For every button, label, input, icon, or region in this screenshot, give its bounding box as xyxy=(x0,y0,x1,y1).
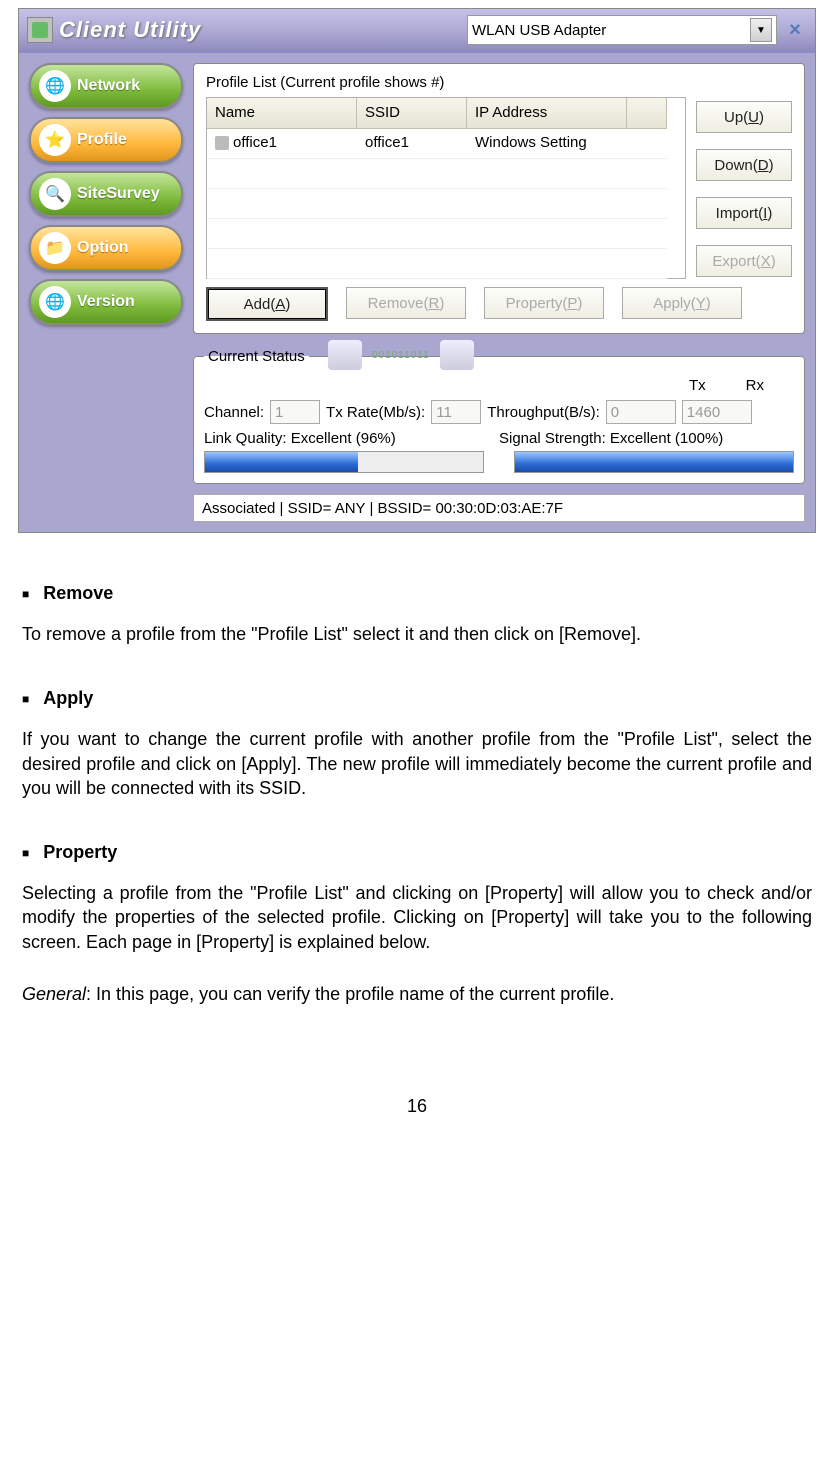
section-header: Property xyxy=(43,842,117,863)
document-body: ■ Remove To remove a profile from the "Pr… xyxy=(18,533,816,1006)
table-row[interactable] xyxy=(207,218,685,248)
general-text: : In this page, you can verify the profi… xyxy=(86,984,614,1004)
add-button[interactable]: Add(A) xyxy=(206,287,328,321)
bar-fill xyxy=(515,452,793,472)
sidebar-item-network[interactable]: 🌐 Network xyxy=(29,63,183,109)
signal-strength-bar xyxy=(514,451,794,473)
txrate-value: 11 xyxy=(431,400,481,424)
profile-icon xyxy=(215,136,229,150)
folder-icon: 📁 xyxy=(39,232,71,264)
cell-ssid: office1 xyxy=(357,128,467,159)
section-header: Remove xyxy=(43,583,113,604)
bits-text: 001011011 xyxy=(372,350,430,361)
page-number: 16 xyxy=(18,1096,816,1117)
import-button[interactable]: Import(I) xyxy=(696,197,792,229)
association-status: Associated | SSID= ANY | BSSID= 00:30:0D… xyxy=(193,494,805,522)
sidebar-item-label: Version xyxy=(77,293,135,311)
profile-panel-title: Profile List (Current profile shows #) xyxy=(206,74,792,91)
remove-button[interactable]: Remove(R) xyxy=(346,287,466,319)
table-row[interactable] xyxy=(207,248,685,278)
general-line: General: In this page, you can verify th… xyxy=(22,982,812,1006)
profile-table[interactable]: Name SSID IP Address office1 office1 Win… xyxy=(206,97,686,279)
titlebar: Client Utility WLAN USB Adapter ▼ × xyxy=(19,9,815,53)
profile-panel: Profile List (Current profile shows #) N… xyxy=(193,63,805,334)
globe-icon: 🌐 xyxy=(39,70,71,102)
status-legend: Current Status xyxy=(204,348,309,365)
channel-value: 1 xyxy=(270,400,320,424)
section-text: If you want to change the current profil… xyxy=(22,727,812,800)
table-row[interactable] xyxy=(207,188,685,218)
signal-strength: Signal Strength: Excellent (100%) xyxy=(499,430,794,447)
property-button[interactable]: Property(P) xyxy=(484,287,604,319)
throughput-label: Throughput(B/s): xyxy=(487,404,600,421)
adapter-value: WLAN USB Adapter xyxy=(472,22,606,39)
sidebar-item-label: Profile xyxy=(77,131,127,149)
app-icon xyxy=(27,17,53,43)
section-text: To remove a profile from the "Profile Li… xyxy=(22,622,812,646)
sidebar: 🌐 Network ⭐ Profile 🔍 SiteSurvey 📁 Optio… xyxy=(29,63,183,522)
general-label: General xyxy=(22,984,86,1004)
chevron-down-icon[interactable]: ▼ xyxy=(750,18,772,42)
throughput-rx: 1460 xyxy=(682,400,752,424)
antenna-icon xyxy=(440,340,474,370)
app-window: Client Utility WLAN USB Adapter ▼ × 🌐 Ne… xyxy=(18,8,816,533)
bullet-icon: ■ xyxy=(22,587,29,601)
sidebar-item-option[interactable]: 📁 Option xyxy=(29,225,183,271)
sidebar-item-label: Option xyxy=(77,239,129,257)
down-button[interactable]: Down(D) xyxy=(696,149,792,181)
link-quality: Link Quality: Excellent (96%) xyxy=(204,430,499,447)
col-name[interactable]: Name xyxy=(207,98,357,129)
bar-fill xyxy=(205,452,358,472)
sidebar-item-version[interactable]: 🌐 Version xyxy=(29,279,183,325)
search-icon: 🔍 xyxy=(39,178,71,210)
rx-label: Rx xyxy=(746,377,764,394)
cell-name: office1 xyxy=(233,134,277,151)
pc-icon xyxy=(328,340,362,370)
globe-icon: 🌐 xyxy=(39,286,71,318)
col-ip[interactable]: IP Address xyxy=(467,98,627,129)
table-row[interactable]: office1 office1 Windows Setting xyxy=(207,128,685,158)
channel-label: Channel: xyxy=(204,404,264,421)
bullet-icon: ■ xyxy=(22,846,29,860)
up-button[interactable]: Up(U) xyxy=(696,101,792,133)
apply-button[interactable]: Apply(Y) xyxy=(622,287,742,319)
status-panel: Current Status 001011011 Tx Rx Channel: xyxy=(193,348,805,484)
adapter-select[interactable]: WLAN USB Adapter ▼ xyxy=(467,15,777,45)
section-text: Selecting a profile from the "Profile Li… xyxy=(22,881,812,954)
star-icon: ⭐ xyxy=(39,124,71,156)
status-panel-wrap: Current Status 001011011 Tx Rx Channel: xyxy=(193,348,805,522)
table-row[interactable] xyxy=(207,158,685,188)
sidebar-item-sitesurvey[interactable]: 🔍 SiteSurvey xyxy=(29,171,183,217)
txrate-label: Tx Rate(Mb/s): xyxy=(326,404,425,421)
col-ssid[interactable]: SSID xyxy=(357,98,467,129)
bullet-icon: ■ xyxy=(22,692,29,706)
sidebar-item-profile[interactable]: ⭐ Profile xyxy=(29,117,183,163)
close-icon[interactable]: × xyxy=(783,18,807,42)
section-header: Apply xyxy=(43,688,93,709)
sidebar-item-label: SiteSurvey xyxy=(77,185,160,203)
col-blank xyxy=(627,98,667,129)
export-button[interactable]: Export(X) xyxy=(696,245,792,277)
link-quality-bar xyxy=(204,451,484,473)
throughput-tx: 0 xyxy=(606,400,676,424)
app-title: Client Utility xyxy=(59,17,201,43)
tx-label: Tx xyxy=(689,377,706,394)
sidebar-item-label: Network xyxy=(77,77,140,95)
cell-ip: Windows Setting xyxy=(467,128,627,159)
